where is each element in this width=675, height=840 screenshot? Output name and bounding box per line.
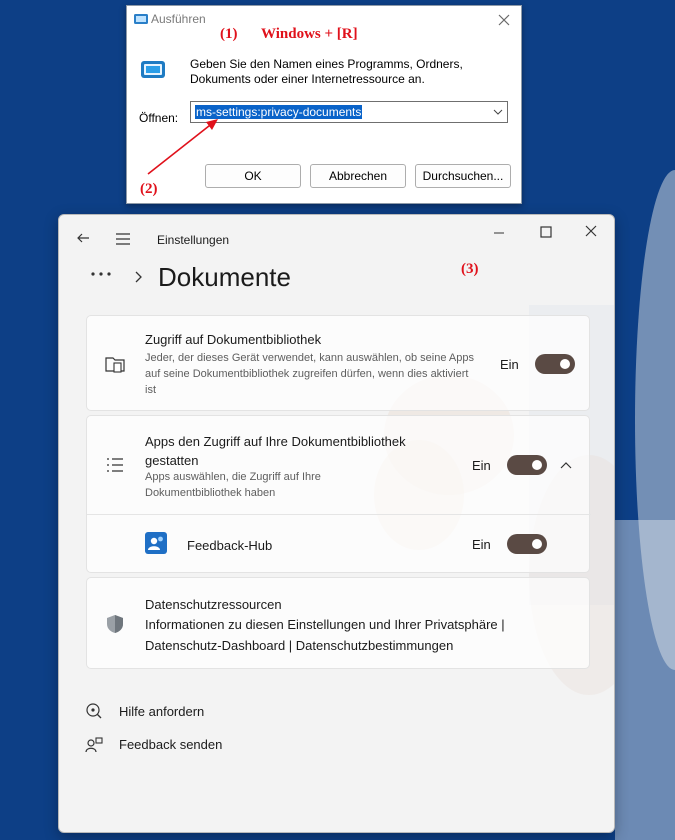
cancel-button[interactable]: Abbrechen xyxy=(310,164,406,188)
feedback-hub-toggle[interactable] xyxy=(507,534,547,554)
chevron-down-icon[interactable] xyxy=(493,107,503,117)
back-arrow-icon[interactable] xyxy=(75,230,91,246)
maximize-icon[interactable] xyxy=(538,224,554,240)
run-program-icon xyxy=(141,61,165,78)
run-title: Ausführen xyxy=(151,12,206,26)
settings-window: Einstellungen Dokumente (3) Zugriff auf … xyxy=(58,214,615,833)
document-library-icon xyxy=(105,357,125,373)
help-link[interactable]: Hilfe anfordern xyxy=(119,704,204,719)
feedback-link[interactable]: Feedback senden xyxy=(119,737,222,752)
annotation-step2: (2) xyxy=(140,181,158,197)
page-title: Dokumente xyxy=(158,262,291,292)
apps-access-title: Apps den Zugriff auf Ihre Dokumentbiblio… xyxy=(145,434,406,468)
annotation-step1-text: Windows + [R] xyxy=(261,26,358,42)
feedback-hub-state: Ein xyxy=(472,537,491,552)
list-icon xyxy=(107,458,123,472)
annotation-step3: (3) xyxy=(461,261,479,277)
annotation-step1: (1) xyxy=(220,26,238,42)
shield-icon xyxy=(107,615,123,633)
library-access-title: Zugriff auf Dokumentbibliothek xyxy=(145,332,322,347)
run-app-icon xyxy=(134,14,148,24)
library-access-state: Ein xyxy=(500,357,519,372)
minimize-icon[interactable] xyxy=(491,225,507,241)
divider xyxy=(87,514,591,515)
close-icon[interactable] xyxy=(493,9,515,31)
hamburger-menu-icon[interactable] xyxy=(115,232,131,246)
app-title: Einstellungen xyxy=(157,233,230,247)
apps-access-state: Ein xyxy=(472,458,491,473)
open-input[interactable]: ms-settings:privacy-documents xyxy=(190,101,508,123)
library-access-card: Zugriff auf Dokumentbibliothek Jeder, de… xyxy=(86,315,590,411)
close-icon[interactable] xyxy=(583,223,599,239)
privacy-resources-card: Datenschutzressourcen Informationen zu d… xyxy=(86,577,590,669)
apps-access-subtitle: Apps auswählen, die Zugriff auf Ihre Dok… xyxy=(145,471,321,499)
chevron-up-icon[interactable] xyxy=(559,459,573,471)
help-icon xyxy=(86,703,102,719)
library-access-subtitle: Jeder, der dieses Gerät verwendet, kann … xyxy=(145,352,474,396)
privacy-resources-links[interactable]: Informationen zu diesen Einstellungen un… xyxy=(145,614,550,656)
run-description: Geben Sie den Namen eines Programms, Ord… xyxy=(190,57,463,86)
library-access-toggle[interactable] xyxy=(535,354,575,374)
annotation-arrow xyxy=(147,119,218,175)
feedback-hub-name: Feedback-Hub xyxy=(187,538,273,553)
apps-access-toggle[interactable] xyxy=(507,455,547,475)
feedback-hub-app-icon xyxy=(145,532,167,554)
breadcrumb-more-icon[interactable] xyxy=(89,264,113,284)
browse-button[interactable]: Durchsuchen... xyxy=(415,164,511,188)
chevron-right-icon xyxy=(135,271,142,283)
privacy-resources-title: Datenschutzressourcen xyxy=(145,597,282,612)
feedback-icon xyxy=(85,737,103,753)
apps-access-card: Apps den Zugriff auf Ihre Dokumentbiblio… xyxy=(86,415,591,573)
